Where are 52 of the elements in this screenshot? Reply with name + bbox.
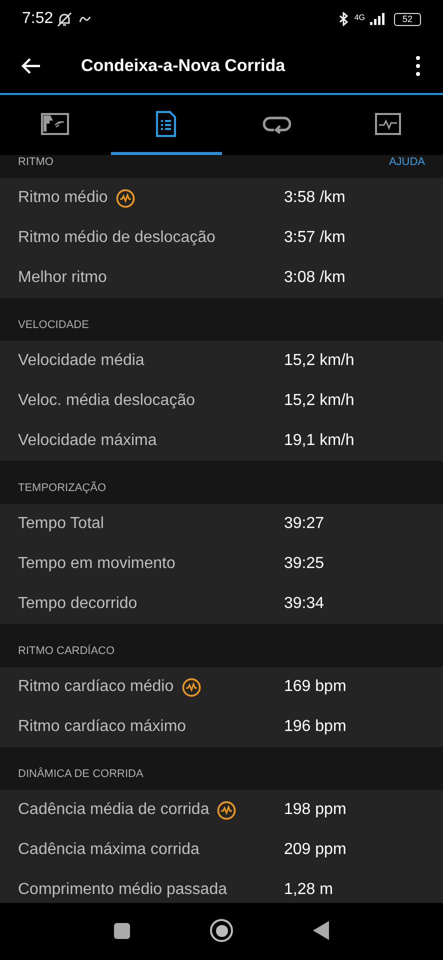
- bluetooth-icon: [338, 12, 350, 26]
- stat-value: 3:08 /km: [284, 268, 346, 288]
- stat-value: 1,28 m: [284, 880, 333, 900]
- stat-label: Velocidade máxima: [18, 431, 157, 451]
- stat-value: 209 ppm: [284, 840, 346, 860]
- battery-indicator: 52: [394, 12, 421, 26]
- signal-icon: [370, 13, 386, 25]
- stat-value: 169 bpm: [284, 677, 346, 697]
- stat-value: 198 ppm: [284, 800, 346, 820]
- stat-label: Velocidade média: [18, 351, 144, 371]
- home-button[interactable]: [210, 919, 233, 942]
- stat-label: Ritmo médio: [18, 188, 108, 208]
- status-time: 7:52: [22, 9, 54, 29]
- stat-label: Melhor ritmo: [18, 268, 107, 288]
- stat-label: Cadência média de corrida: [18, 800, 210, 820]
- stat-label: Comprimento médio passada: [18, 880, 227, 900]
- section-header: TEMPORIZAÇÃO: [18, 480, 108, 496]
- stat-label: Tempo em movimento: [18, 554, 176, 574]
- screen-title: Condeixa-a-Nova Corrida: [81, 54, 286, 77]
- stat-value: 3:57 /km: [284, 228, 346, 248]
- stat-label: Tempo Total: [18, 514, 104, 534]
- stat-value: 15,2 km/h: [284, 391, 354, 411]
- back-arrow-icon: [21, 56, 41, 74]
- stat-label: Tempo decorrido: [18, 594, 138, 614]
- stat-value: 39:27: [284, 514, 324, 534]
- help-link[interactable]: AJUDA: [388, 155, 425, 170]
- scribble-icon: [79, 14, 92, 24]
- stat-value: 19,1 km/h: [284, 431, 354, 451]
- map-icon: [41, 112, 70, 134]
- trend-icon: [116, 188, 135, 208]
- section-header: DINÂMICA DE CORRIDA: [18, 766, 144, 782]
- trend-icon: [182, 678, 201, 696]
- section-header: RITMO: [18, 155, 54, 170]
- stat-label: Cadência máxima corrida: [18, 840, 200, 860]
- stat-value: 39:34: [284, 594, 324, 614]
- graph-icon: [374, 112, 401, 134]
- trend-icon: [217, 800, 236, 820]
- stat-value: 196 bpm: [284, 717, 346, 737]
- document-list-icon: [156, 110, 176, 136]
- stat-value: 15,2 km/h: [284, 351, 354, 371]
- section-header: VELOCIDADE: [18, 318, 90, 332]
- stat-value: 39:25: [284, 554, 324, 574]
- stat-value: 3:58 /km: [284, 188, 346, 208]
- stat-label: Ritmo cardíaco máximo: [18, 717, 186, 737]
- stat-label: Ritmo cardíaco médio: [18, 677, 174, 697]
- network-label: 4G: [354, 14, 365, 22]
- bell-muted-icon: [56, 10, 74, 28]
- recents-button[interactable]: [114, 922, 130, 938]
- stat-label: Veloc. média deslocação: [18, 391, 195, 411]
- section-header: RITMO CARDÍACO: [18, 644, 116, 658]
- stat-label: Ritmo médio de deslocação: [18, 228, 216, 248]
- back-nav-button[interactable]: [313, 921, 329, 940]
